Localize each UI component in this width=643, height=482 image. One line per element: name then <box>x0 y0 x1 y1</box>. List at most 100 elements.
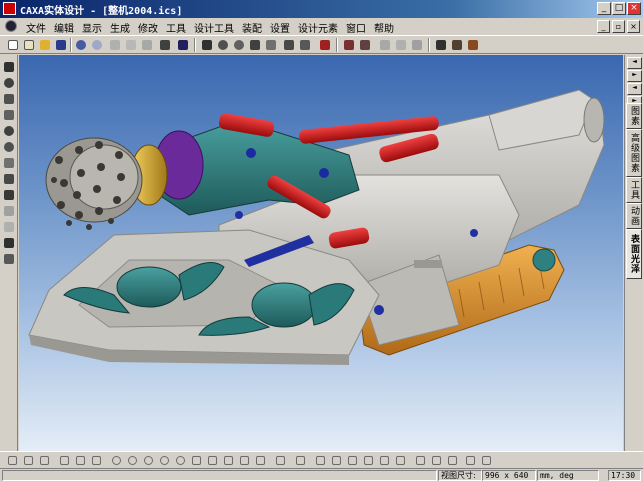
look-at-icon[interactable] <box>3 157 15 169</box>
orbit-icon[interactable] <box>232 38 246 52</box>
menu-file[interactable]: 文件 <box>22 20 50 35</box>
fit-icon[interactable] <box>298 38 312 52</box>
circle-3point-icon[interactable] <box>142 454 155 467</box>
fit-all-icon[interactable] <box>3 173 15 185</box>
tab-scroll-first-button[interactable]: ◄ <box>627 57 642 69</box>
project-icon[interactable] <box>378 454 391 467</box>
circle-2point-icon[interactable] <box>126 454 139 467</box>
smart-render-icon[interactable] <box>410 38 424 52</box>
tab-scroll-prev-button[interactable]: ◄ <box>627 83 642 95</box>
grid-icon[interactable] <box>464 454 477 467</box>
fillet-icon[interactable] <box>206 454 219 467</box>
mirror-icon[interactable] <box>314 454 327 467</box>
light-settings-icon[interactable] <box>3 221 15 233</box>
zoom-icon[interactable] <box>264 38 278 52</box>
open-icon[interactable] <box>38 38 52 52</box>
menu-generate[interactable]: 生成 <box>106 20 134 35</box>
pointer-icon[interactable] <box>342 38 356 52</box>
render-settings-icon[interactable] <box>3 237 15 249</box>
undo-icon[interactable] <box>74 38 88 52</box>
construction-line-icon[interactable] <box>58 454 71 467</box>
ellipse-icon[interactable] <box>158 454 171 467</box>
cut-icon[interactable] <box>108 38 122 52</box>
zoom-in-icon[interactable] <box>3 125 15 137</box>
pan-icon[interactable] <box>248 38 262 52</box>
polyline-icon[interactable] <box>22 454 35 467</box>
move-view-icon[interactable] <box>3 61 15 73</box>
rotate-icon[interactable] <box>216 38 230 52</box>
chamfer-icon[interactable] <box>222 454 235 467</box>
background-icon[interactable] <box>466 38 480 52</box>
spline-icon[interactable] <box>238 454 251 467</box>
delete-sketch-icon[interactable] <box>446 454 459 467</box>
snap-icon[interactable] <box>480 454 493 467</box>
rectangle-tool-icon[interactable] <box>74 454 87 467</box>
square-tool-icon[interactable] <box>90 454 103 467</box>
menu-modify[interactable]: 修改 <box>134 20 162 35</box>
tangent-line-icon[interactable] <box>38 454 51 467</box>
view-point-icon[interactable] <box>3 189 15 201</box>
maximize-button[interactable]: □ <box>612 2 626 15</box>
constraint-icon[interactable] <box>414 454 427 467</box>
polygon-icon[interactable] <box>190 454 203 467</box>
menu-design-tools[interactable]: 设计工具 <box>190 20 238 35</box>
offset-icon[interactable] <box>254 454 267 467</box>
copy-icon[interactable] <box>124 38 138 52</box>
save-icon[interactable] <box>54 38 68 52</box>
camera-position-icon[interactable] <box>3 205 15 217</box>
menu-help[interactable]: 帮助 <box>370 20 398 35</box>
doc-restore-button[interactable]: ▫ <box>612 20 625 33</box>
paste-icon[interactable] <box>140 38 154 52</box>
scale-icon[interactable] <box>362 454 375 467</box>
minimize-button[interactable]: _ <box>597 2 611 15</box>
new-design-icon[interactable] <box>22 38 36 52</box>
layer-icon[interactable] <box>3 253 15 265</box>
document-icon[interactable] <box>5 20 17 32</box>
perspective-icon[interactable] <box>282 38 296 52</box>
circle-center-icon[interactable] <box>110 454 123 467</box>
app-icon[interactable] <box>3 2 16 15</box>
zoom-window-icon[interactable] <box>3 141 15 153</box>
camera-icon[interactable] <box>394 38 408 52</box>
view-size-value: 996 x 640 <box>482 470 536 481</box>
tab-advanced-primitives[interactable]: 高级图素 <box>626 129 642 177</box>
menu-edit[interactable]: 编辑 <box>50 20 78 35</box>
array-icon[interactable] <box>330 454 343 467</box>
help-pointer-icon[interactable] <box>176 38 190 52</box>
tab-primitives[interactable]: 图素 <box>626 103 642 129</box>
point-icon[interactable] <box>318 38 332 52</box>
rotate-sketch-icon[interactable] <box>346 454 359 467</box>
3d-viewport[interactable] <box>19 55 623 451</box>
menu-design-elements[interactable]: 设计元素 <box>294 20 342 35</box>
walk-icon[interactable] <box>3 93 15 105</box>
hand-icon[interactable] <box>3 109 15 121</box>
tab-animation[interactable]: 动画 <box>626 203 642 229</box>
window-title: CAXA实体设计 - [整机2004.ics] <box>20 6 183 17</box>
light-icon[interactable] <box>378 38 392 52</box>
line-icon[interactable] <box>6 454 19 467</box>
align-icon[interactable] <box>430 454 443 467</box>
extend-icon[interactable] <box>294 454 307 467</box>
doc-close-button[interactable]: × <box>627 20 640 33</box>
menu-assembly[interactable]: 装配 <box>238 20 266 35</box>
doc-minimize-button[interactable]: _ <box>597 20 610 33</box>
tab-tools[interactable]: 工具 <box>626 177 642 203</box>
close-button[interactable]: × <box>627 2 641 15</box>
render-icon[interactable] <box>434 38 448 52</box>
menu-view[interactable]: 显示 <box>78 20 106 35</box>
scene-icon[interactable] <box>450 38 464 52</box>
select-icon[interactable] <box>358 38 372 52</box>
move-icon[interactable] <box>200 38 214 52</box>
drag-icon[interactable] <box>158 38 172 52</box>
dynamic-rotate-icon[interactable] <box>3 77 15 89</box>
menu-settings[interactable]: 设置 <box>266 20 294 35</box>
trim-icon[interactable] <box>274 454 287 467</box>
menu-tools[interactable]: 工具 <box>162 20 190 35</box>
dimension-icon[interactable] <box>394 454 407 467</box>
menu-window[interactable]: 窗口 <box>342 20 370 35</box>
new-icon[interactable] <box>6 38 20 52</box>
tab-surface-finish[interactable]: 表面光泽 <box>626 229 642 279</box>
redo-icon[interactable] <box>90 38 104 52</box>
tab-scroll-last-button[interactable]: ► <box>627 70 642 82</box>
arc-icon[interactable] <box>174 454 187 467</box>
